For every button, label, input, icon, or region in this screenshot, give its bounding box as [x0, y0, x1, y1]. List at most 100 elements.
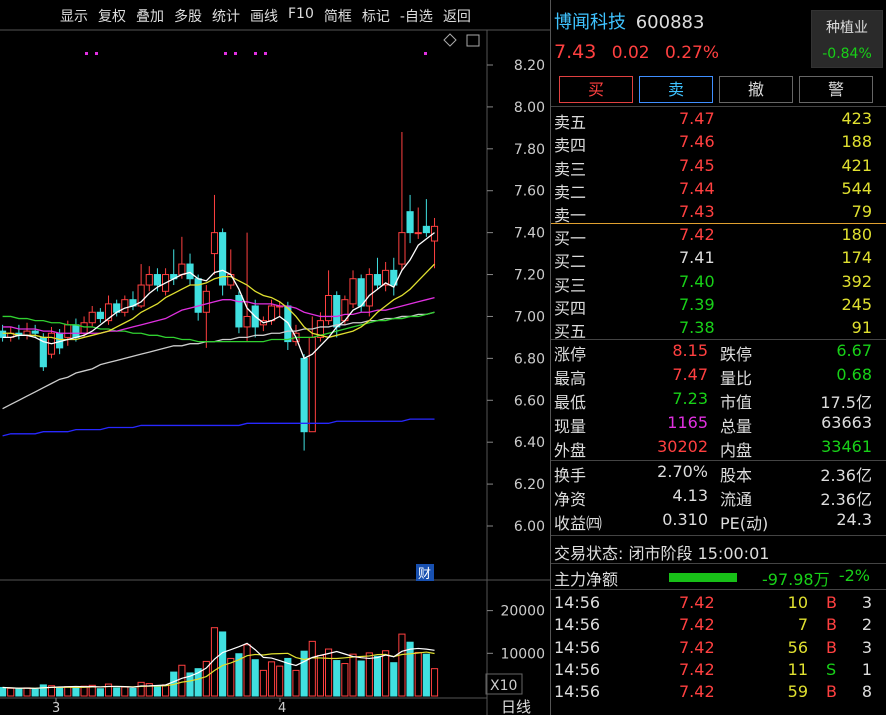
- trade-status: 交易状态: 闭市阶段 15:00:01: [554, 544, 770, 563]
- x-axis-label: 3: [52, 701, 60, 715]
- stat-label: 量比: [720, 369, 753, 388]
- tick-price: 7.42: [679, 593, 715, 612]
- signal-marker: [95, 52, 98, 55]
- bid-volume: 392: [841, 271, 872, 291]
- stat-value: 6.67: [836, 341, 872, 360]
- volume-bar: [267, 661, 276, 697]
- ask-label: 卖五: [554, 113, 587, 132]
- sell-button[interactable]: 卖: [639, 76, 713, 103]
- price-tick-label: 6.00: [514, 519, 545, 535]
- candle-body: [121, 299, 129, 313]
- candle-body: [406, 211, 414, 234]
- candle-body: [349, 278, 357, 305]
- bid-price: 7.40: [679, 271, 715, 291]
- ask-price: 7.46: [679, 132, 715, 152]
- volume-bar: [357, 660, 365, 697]
- bid-volume: 245: [841, 294, 872, 314]
- volume-bar: [15, 688, 23, 697]
- ask-volume: 423: [841, 109, 872, 128]
- tick-time: 14:56: [554, 682, 601, 702]
- stat-value: 1165: [667, 413, 708, 432]
- tick-time: 14:56: [554, 659, 601, 679]
- main-flow-label: 主力净额: [554, 570, 619, 589]
- stats2-row: 净资 4.13 流通 2.36亿: [554, 486, 880, 509]
- ask-price: 7.44: [679, 178, 715, 198]
- volume-bar: [390, 662, 398, 697]
- candle-body: [186, 263, 194, 280]
- price-tick-label: 6.80: [514, 351, 545, 367]
- candle-body: [178, 263, 186, 276]
- candle-body: [80, 322, 88, 334]
- stat-label: 收益㈣: [554, 514, 603, 533]
- ask-price: 7.43: [679, 202, 715, 222]
- stats2-row: 收益㈣ 0.310 PE(动) 24.3: [554, 510, 880, 533]
- stat-label: 最高: [554, 369, 587, 388]
- volume-bar: [422, 653, 430, 697]
- tick-side: B: [826, 593, 837, 612]
- price-tick-label: 7.80: [514, 142, 545, 158]
- stat-label: 内盘: [720, 441, 753, 460]
- volume-bar: [430, 668, 439, 697]
- bid-volume: 174: [841, 248, 872, 268]
- volume-bar: [276, 665, 284, 697]
- volume-bar: [31, 688, 39, 697]
- candle-body: [202, 290, 210, 313]
- tick-volume: 11: [787, 659, 808, 679]
- ask-row: 卖二 7.44 544: [554, 179, 880, 202]
- tick-row: 14:56 7.42 10 B 3: [554, 593, 880, 616]
- volume-bar: [72, 687, 80, 697]
- stat-label: 跌停: [720, 345, 753, 364]
- tick-time: 14:56: [554, 593, 601, 612]
- bid-row: 买五 7.38 91: [554, 318, 880, 341]
- tick-count: 1: [861, 659, 872, 679]
- volume-unit-label: X10: [490, 678, 517, 694]
- stats-row: 涨停 8.15 跌停 6.67: [554, 341, 880, 364]
- tick-price: 7.42: [679, 682, 715, 702]
- bid-label: 买一: [554, 229, 587, 248]
- stat-value: 4.13: [672, 486, 708, 505]
- candle-body: [96, 311, 104, 320]
- volume-bar: [292, 669, 300, 697]
- stat-value: 7.47: [672, 365, 708, 384]
- ask-row: 卖一 7.43 79: [554, 202, 880, 225]
- bid-label: 买三: [554, 275, 587, 295]
- ask-price: 7.45: [679, 155, 715, 175]
- ma-line-ma5: [2, 232, 435, 360]
- candle-body: [357, 278, 365, 307]
- stat-value: 63663: [821, 413, 872, 432]
- signal-marker: [254, 52, 257, 55]
- sector-box[interactable]: 种植业 -0.84%: [811, 10, 883, 68]
- signal-marker: [264, 52, 267, 55]
- tick-side: B: [826, 615, 837, 635]
- trade-status-row: 交易状态: 闭市阶段 15:00:01: [554, 540, 880, 563]
- candle-body: [333, 295, 341, 328]
- stats-row: 最高 7.47 量比 0.68: [554, 365, 880, 388]
- volume-bar: [96, 688, 104, 697]
- buy-button[interactable]: 买: [559, 76, 633, 103]
- fin-mark-label: 财: [418, 567, 431, 582]
- cancel-button[interactable]: 撤: [719, 76, 793, 103]
- period-label: 日线: [501, 698, 531, 715]
- candle-body: [72, 324, 80, 338]
- ask-label: 卖四: [554, 136, 587, 156]
- stat-label: 总量: [720, 417, 753, 436]
- alert-button[interactable]: 警: [799, 76, 873, 103]
- price-tick-label: 6.20: [514, 477, 545, 493]
- candle-body: [365, 274, 373, 307]
- kline-chart-area[interactable]: 显示 复权 叠加 多股 统计 画线 F10 简框 标记 -自选 返回 8.20 8.00 7.80 7.6…: [0, 0, 550, 715]
- bid-price: 7.42: [679, 225, 715, 244]
- price-pct: 0.27%: [664, 43, 719, 63]
- price-tick-label: 7.00: [514, 309, 545, 325]
- tick-count: 3: [861, 593, 872, 612]
- stock-title: 博闻科技 600883: [554, 8, 704, 34]
- bid-price: 7.41: [679, 248, 715, 268]
- stat-label: 股本: [720, 466, 753, 485]
- volume-bar: [382, 650, 390, 697]
- stat-value: 8.15: [672, 341, 708, 360]
- kline-svg[interactable]: 8.20 8.00 7.80 7.60 7.40 7.20 7.00 6.80 6.60 6.40…: [0, 0, 550, 715]
- candle-body: [88, 311, 96, 324]
- candle-body: [243, 315, 251, 328]
- panel-toggle-icon: [466, 34, 480, 47]
- ask-volume: 421: [841, 155, 872, 175]
- sector-name: 种植业: [826, 20, 868, 36]
